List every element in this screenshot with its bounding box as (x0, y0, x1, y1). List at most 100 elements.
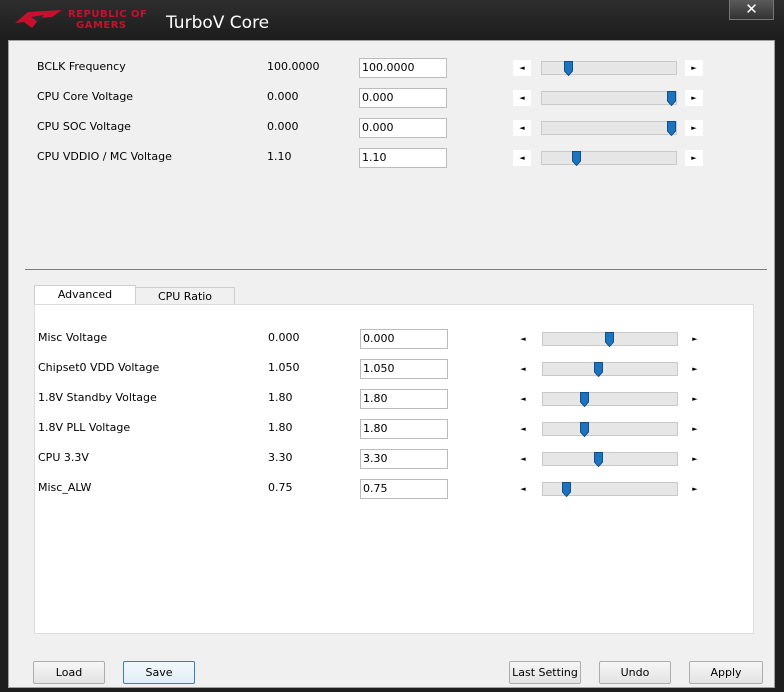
logo-text-line2: GAMERS (76, 20, 127, 31)
decrease-arrow-button[interactable]: ◄ (514, 421, 532, 437)
setting-current-value: 3.30 (268, 451, 293, 464)
decrease-arrow-button[interactable]: ◄ (514, 391, 532, 407)
setting-row: 1.8V PLL Voltage 1.80 1.80 ◄ ► (9, 415, 776, 439)
setting-slider[interactable] (541, 121, 677, 136)
setting-value-input[interactable]: 1.10 (359, 148, 447, 168)
slider-thumb-icon[interactable] (666, 91, 676, 106)
logo-text-line1: REPUBLIC OF (68, 9, 148, 20)
decrease-arrow-button[interactable]: ◄ (513, 120, 531, 136)
undo-button[interactable]: Undo (599, 661, 671, 684)
arrow-left-icon: ◄ (520, 425, 526, 433)
decrease-arrow-button[interactable]: ◄ (513, 90, 531, 106)
arrow-right-icon: ► (692, 335, 698, 343)
load-button[interactable]: Load (33, 661, 105, 684)
slider-thumb-icon[interactable] (579, 422, 589, 437)
setting-current-value: 1.80 (268, 391, 293, 404)
arrow-left-icon: ◄ (519, 64, 525, 72)
section-divider (25, 269, 767, 270)
increase-arrow-button[interactable]: ► (685, 120, 703, 136)
setting-current-value: 1.10 (267, 150, 292, 163)
arrow-right-icon: ► (692, 395, 698, 403)
advanced-panel (34, 304, 754, 634)
slider-thumb-icon[interactable] (594, 362, 604, 377)
setting-row: Chipset0 VDD Voltage 1.050 1.050 ◄ ► (9, 355, 776, 379)
increase-arrow-button[interactable]: ► (686, 421, 704, 437)
decrease-arrow-button[interactable]: ◄ (514, 361, 532, 377)
setting-slider[interactable] (542, 332, 678, 347)
setting-current-value: 100.0000 (267, 60, 320, 73)
setting-value-input[interactable]: 100.0000 (359, 58, 447, 78)
setting-slider[interactable] (541, 91, 677, 106)
increase-arrow-button[interactable]: ► (686, 331, 704, 347)
setting-slider[interactable] (542, 362, 678, 377)
last-setting-button[interactable]: Last Setting (509, 661, 581, 684)
setting-row: 1.8V Standby Voltage 1.80 1.80 ◄ ► (9, 385, 776, 409)
slider-thumb-icon[interactable] (571, 151, 581, 166)
setting-value-input[interactable]: 0.000 (359, 88, 447, 108)
increase-arrow-button[interactable]: ► (685, 90, 703, 106)
setting-row: BCLK Frequency 100.0000 100.0000 ◄ ► (9, 54, 776, 78)
increase-arrow-button[interactable]: ► (686, 361, 704, 377)
setting-label: Misc_ALW (38, 481, 92, 494)
setting-label: Misc Voltage (38, 331, 108, 344)
slider-thumb-icon[interactable] (605, 332, 614, 347)
setting-label: 1.8V Standby Voltage (38, 391, 157, 404)
decrease-arrow-button[interactable]: ◄ (513, 150, 531, 166)
rog-eye-logo-icon (15, 10, 62, 28)
increase-arrow-button[interactable]: ► (686, 451, 704, 467)
title-bar: REPUBLIC OF GAMERS TurboV Core ✕ (0, 0, 784, 40)
tab-advanced[interactable]: Advanced (34, 285, 136, 306)
arrow-left-icon: ◄ (520, 395, 526, 403)
decrease-arrow-button[interactable]: ◄ (513, 60, 531, 76)
save-button[interactable]: Save (123, 661, 195, 684)
setting-value-input[interactable]: 0.000 (359, 118, 447, 138)
setting-current-value: 0.000 (267, 90, 299, 103)
setting-row: CPU SOC Voltage 0.000 0.000 ◄ ► (9, 114, 776, 138)
setting-slider[interactable] (541, 61, 677, 76)
setting-slider[interactable] (542, 392, 678, 407)
setting-slider[interactable] (541, 151, 677, 166)
increase-arrow-button[interactable]: ► (686, 391, 704, 407)
setting-value-input[interactable]: 1.80 (360, 389, 448, 409)
arrow-right-icon: ► (691, 64, 697, 72)
main-window: BCLK Frequency 100.0000 100.0000 ◄ ► CPU Core… (8, 40, 775, 688)
setting-label: Chipset0 VDD Voltage (38, 361, 160, 374)
tab-cpu-ratio-label: CPU Ratio (157, 290, 213, 303)
slider-thumb-icon[interactable] (594, 452, 604, 467)
rog-logo: REPUBLIC OF GAMERS (14, 7, 154, 33)
tab-advanced-label: Advanced (57, 288, 113, 301)
setting-label: BCLK Frequency (37, 60, 126, 73)
setting-value-input[interactable]: 1.80 (360, 419, 448, 439)
arrow-left-icon: ◄ (520, 485, 526, 493)
slider-thumb-icon[interactable] (666, 121, 676, 136)
increase-arrow-button[interactable]: ► (685, 60, 703, 76)
decrease-arrow-button[interactable]: ◄ (514, 451, 532, 467)
setting-current-value: 0.75 (268, 481, 293, 494)
close-button[interactable]: ✕ (729, 0, 774, 20)
setting-row: CPU 3.3V 3.30 3.30 ◄ ► (9, 445, 776, 469)
setting-row: Misc Voltage 0.000 0.000 ◄ ► (9, 325, 776, 349)
setting-row: CPU Core Voltage 0.000 0.000 ◄ ► (9, 84, 776, 108)
increase-arrow-button[interactable]: ► (685, 150, 703, 166)
setting-slider[interactable] (542, 422, 678, 437)
setting-value-input[interactable]: 0.000 (360, 329, 448, 349)
decrease-arrow-button[interactable]: ◄ (514, 481, 532, 497)
arrow-right-icon: ► (692, 485, 698, 493)
close-icon: ✕ (745, 0, 758, 18)
arrow-left-icon: ◄ (519, 154, 525, 162)
arrow-left-icon: ◄ (520, 455, 526, 463)
arrow-right-icon: ► (691, 124, 697, 132)
slider-thumb-icon[interactable] (563, 61, 573, 76)
setting-value-input[interactable]: 1.050 (360, 359, 448, 379)
apply-button[interactable]: Apply (689, 661, 763, 684)
decrease-arrow-button[interactable]: ◄ (514, 331, 532, 347)
setting-slider[interactable] (542, 482, 678, 497)
arrow-left-icon: ◄ (519, 94, 525, 102)
slider-thumb-icon[interactable] (579, 392, 589, 407)
increase-arrow-button[interactable]: ► (686, 481, 704, 497)
arrow-left-icon: ◄ (520, 335, 526, 343)
setting-slider[interactable] (542, 452, 678, 467)
setting-value-input[interactable]: 3.30 (360, 449, 448, 469)
setting-value-input[interactable]: 0.75 (360, 479, 448, 499)
slider-thumb-icon[interactable] (562, 482, 572, 497)
